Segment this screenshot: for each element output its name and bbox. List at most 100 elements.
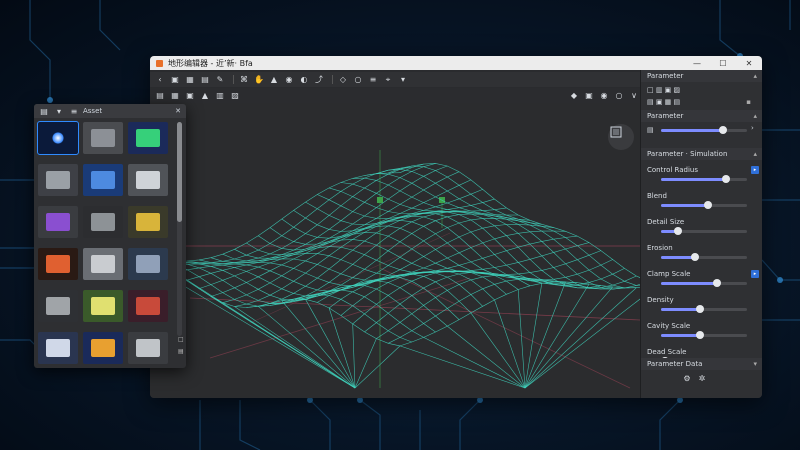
value-stepper[interactable]: ▸ [751, 166, 759, 174]
window-title: 地形编辑器 - 近’新· Bfa [168, 58, 253, 68]
close-button[interactable]: ✕ [736, 56, 762, 70]
align-icon[interactable]: ≡ [367, 74, 379, 85]
list-icon[interactable]: ≡ [68, 106, 80, 117]
folder-icon[interactable]: ▤ [38, 106, 50, 117]
gizmo-handle[interactable] [377, 197, 383, 203]
asset-preview-icon [136, 213, 160, 231]
settings-icon[interactable]: ⚙ [681, 373, 693, 384]
circle-icon[interactable]: ○ [352, 74, 364, 85]
hand-icon[interactable]: ✋ [253, 74, 265, 85]
asset-thumbnail[interactable] [128, 164, 168, 196]
material-icon[interactable]: ◉ [598, 90, 610, 101]
shading-icon[interactable]: ▦ [169, 90, 181, 101]
value-stepper[interactable]: ▸ [751, 270, 759, 278]
transform-icon[interactable]: ▦ [184, 74, 196, 85]
chevron-up-icon[interactable]: ▴ [753, 72, 757, 80]
simulation-slider[interactable] [661, 253, 747, 261]
parameter-slider[interactable] [661, 126, 747, 134]
simulation-slider[interactable] [661, 305, 747, 313]
checkbox-icon[interactable]: ▪ [746, 98, 751, 106]
close-icon[interactable]: ✕ [175, 107, 181, 115]
terrain-wireframe[interactable] [150, 88, 640, 398]
render-icon[interactable]: ▣ [583, 90, 595, 101]
section-parameter-data[interactable]: Parameter Data ▾ [641, 358, 762, 370]
terrain-mesh-line [175, 260, 436, 333]
asset-browser-header: ▤ ▾ ≡ Asset ✕ [34, 104, 186, 118]
select-icon[interactable]: ▣ [169, 74, 181, 85]
asset-thumbnail[interactable] [38, 290, 78, 322]
asset-thumbnail[interactable] [128, 332, 168, 364]
scrollbar-thumb[interactable] [177, 122, 182, 222]
light-icon[interactable]: ◐ [298, 74, 310, 85]
display-icon[interactable]: ▨ [229, 90, 241, 101]
chevron-down-icon[interactable]: ∨ [628, 90, 640, 101]
maximize-button[interactable]: ☐ [710, 56, 736, 70]
minimize-button[interactable]: — [684, 56, 710, 70]
simulation-slider[interactable] [661, 201, 747, 209]
chevron-up-icon[interactable]: ▴ [753, 150, 757, 158]
asset-thumbnail[interactable] [83, 206, 123, 238]
path-icon[interactable]: ⤴ [313, 74, 325, 85]
asset-preview-icon [52, 132, 64, 144]
grid-icon[interactable]: ▤ [199, 74, 211, 85]
scrollbar[interactable] [177, 122, 182, 336]
slider-knob[interactable] [674, 227, 682, 235]
asset-thumbnail[interactable] [38, 332, 78, 364]
asset-thumbnail[interactable] [38, 248, 78, 280]
asset-thumbnail[interactable] [128, 206, 168, 238]
gear-icon[interactable]: ✲ [696, 373, 708, 384]
simulation-slider[interactable] [661, 279, 747, 287]
window-controls: — ☐ ✕ [684, 56, 762, 70]
shape-icon[interactable]: ◇ [337, 74, 349, 85]
slider-knob[interactable] [696, 331, 704, 339]
section-simulation[interactable]: Parameter · Simulation ▴ [641, 148, 762, 160]
simulation-slider[interactable] [661, 331, 747, 339]
view-icon[interactable]: ▤ [154, 90, 166, 101]
properties-row-label: ▤ ▣ ▦ ▤ [647, 98, 681, 106]
asset-thumbnail[interactable] [128, 248, 168, 280]
slider-knob[interactable] [713, 279, 721, 287]
slider-knob[interactable] [719, 126, 727, 134]
sphere-icon[interactable]: ○ [613, 90, 625, 101]
asset-thumbnail[interactable] [128, 290, 168, 322]
camera-icon[interactable]: ◉ [283, 74, 295, 85]
asset-thumbnail[interactable] [38, 206, 78, 238]
dropdown-icon[interactable]: ▾ [53, 106, 65, 117]
slider-knob[interactable] [704, 201, 712, 209]
asset-preview-icon [91, 297, 115, 315]
panel-header[interactable]: Parameter ▴ [641, 70, 762, 82]
back-icon[interactable]: ‹ [154, 74, 166, 85]
asset-thumbnail[interactable] [83, 332, 123, 364]
asset-thumbnail[interactable] [38, 164, 78, 196]
slider-knob[interactable] [696, 305, 704, 313]
chevron-down-icon[interactable]: ▾ [753, 360, 757, 368]
brush-icon[interactable]: ✎ [214, 74, 226, 85]
snap-icon[interactable]: ⌖ [382, 74, 394, 85]
collapse-icon[interactable]: □ [178, 336, 184, 343]
expand-icon[interactable]: ▤ [178, 348, 184, 355]
chevron-up-icon[interactable]: ▴ [753, 112, 757, 120]
section-parameter[interactable]: Parameter ▴ [641, 110, 762, 122]
layers-icon[interactable]: ▥ [214, 90, 226, 101]
asset-thumbnail[interactable] [83, 122, 123, 154]
slider-knob[interactable] [691, 253, 699, 261]
panel-footer: ⚙ ✲ [681, 373, 711, 384]
asset-thumbnail[interactable] [128, 122, 168, 154]
asset-thumbnail[interactable] [83, 248, 123, 280]
simulation-row-label: Cavity Scale [647, 322, 691, 330]
simulation-slider[interactable] [661, 175, 747, 183]
navigation-cube-icon[interactable] [608, 124, 634, 150]
gizmo-icon[interactable]: ◆ [568, 90, 580, 101]
simulation-slider[interactable] [661, 227, 747, 235]
zoom-icon[interactable]: ⌘ [238, 74, 250, 85]
asset-thumbnail[interactable] [83, 290, 123, 322]
wireframe-icon[interactable]: ▣ [184, 90, 196, 101]
mesh-icon[interactable]: ▲ [268, 74, 280, 85]
3d-viewport[interactable]: ▤ ▦ ▣ ▲ ▥ ▨ ◆ ▣ ◉ ○ ∨ ⤴ □ ▣ ▦ ◉ [150, 88, 640, 398]
chevron-right-icon[interactable]: › [751, 124, 754, 132]
asset-thumbnail[interactable] [37, 121, 79, 155]
slider-knob[interactable] [722, 175, 730, 183]
dropdown-icon[interactable]: ▾ [397, 74, 409, 85]
asset-thumbnail[interactable] [83, 164, 123, 196]
overlay-icon[interactable]: ▲ [199, 90, 211, 101]
